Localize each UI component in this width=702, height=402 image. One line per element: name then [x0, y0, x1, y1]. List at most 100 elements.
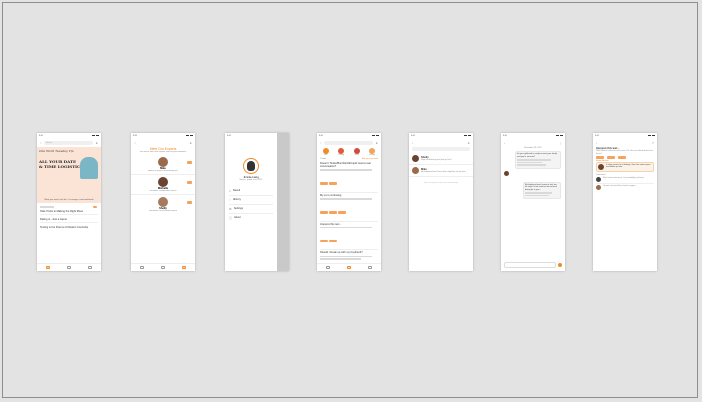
- tab-bar: [317, 263, 381, 271]
- send-icon[interactable]: ➤: [467, 141, 470, 145]
- search-bar[interactable]: [323, 140, 374, 145]
- category-row: Hot Dating Flirty Dating: [317, 147, 381, 157]
- bookmark-icon: □: [229, 189, 231, 193]
- send-icon[interactable]: ➤: [95, 141, 98, 145]
- category-hot[interactable]: Hot: [322, 148, 329, 156]
- forum-post[interactable]: Should I break up with my boyfriend?: [320, 250, 378, 262]
- avatar: [596, 184, 601, 190]
- send-button[interactable]: [558, 263, 562, 267]
- back-icon[interactable]: ‹: [412, 141, 413, 145]
- expert-desc: Flirtatious, independent advice: [149, 190, 177, 192]
- thread-preview: Stop overthinking and just go for it!: [421, 159, 452, 162]
- chat-badge-icon[interactable]: [187, 181, 192, 184]
- avatar: [158, 177, 168, 187]
- penguin-icon: [247, 161, 255, 171]
- gear-icon: ⚙: [229, 207, 232, 211]
- tag[interactable]: Help: [618, 156, 626, 159]
- tab-profile[interactable]: [88, 266, 93, 269]
- message-text: My boyfriend won't move in with me, he s…: [525, 183, 558, 191]
- feed-item[interactable]: Texting is the Poems of Modern Courtship: [40, 223, 98, 230]
- share-icon[interactable]: ↗: [651, 141, 654, 145]
- avatar: [412, 167, 419, 174]
- inbox-thread[interactable]: Mike My boyfriend and I have been togeth…: [409, 165, 473, 177]
- profile-avatar[interactable]: [243, 158, 259, 174]
- tab-profile[interactable]: [368, 266, 373, 269]
- comment: I'd wait a bit and then check in again.: [596, 184, 654, 191]
- chat-bubble-outgoing: My boyfriend won't move in with me, he s…: [523, 181, 561, 200]
- avatar: [598, 163, 604, 170]
- forum-post[interactable]: Interpret this text...: [320, 222, 378, 251]
- mockup-board: 9:41 ○ Search ➤ One Word Tuesday Tip ALL…: [2, 2, 698, 398]
- tab-chat[interactable]: [66, 266, 71, 269]
- tab-chat[interactable]: [160, 266, 165, 269]
- screen-feed: 9:41 ○ Search ➤ One Word Tuesday Tip ALL…: [37, 133, 101, 271]
- category-dating[interactable]: Dating: [338, 148, 345, 156]
- message-text: So your girlfriend is ready to meet your…: [517, 153, 558, 158]
- menu-item-history[interactable]: ○ History: [229, 196, 273, 205]
- tab-bar: [131, 263, 195, 271]
- send-icon[interactable]: ➤: [375, 141, 378, 145]
- back-icon[interactable]: ‹: [504, 141, 505, 145]
- inbox-search[interactable]: [412, 147, 470, 151]
- expert-card[interactable]: Michelle Flirtatious, independent advice: [131, 175, 195, 195]
- tab-chat[interactable]: [346, 266, 351, 269]
- tab-bar: [37, 263, 101, 271]
- trends-label: Trends: [320, 158, 327, 160]
- inbox-thread[interactable]: Shelly Stop overthinking and just go for…: [409, 153, 473, 165]
- search-input[interactable]: Search: [43, 140, 94, 145]
- bell-icon[interactable]: ○: [40, 141, 42, 145]
- tab-home[interactable]: [325, 266, 330, 269]
- profile-subtitle: Novice, joined since 2021: [239, 179, 263, 181]
- thread-preview: My boyfriend and I have been together fo…: [421, 171, 467, 174]
- avatar: [596, 176, 601, 182]
- tag[interactable]: Texting: [607, 156, 615, 159]
- bell-icon[interactable]: ○: [320, 141, 322, 145]
- hero-illustration: [80, 157, 98, 179]
- question-body: What does it mean when he texts 'Ok' aft…: [596, 150, 654, 155]
- ask-question-link[interactable]: Ask your question: [362, 158, 378, 160]
- answer-text: It often means he's thinking. Give him s…: [606, 163, 651, 169]
- clock-icon: ○: [229, 198, 231, 202]
- message-input[interactable]: [504, 262, 556, 268]
- post-title: My ex is confusing: [320, 193, 342, 197]
- screen-forum: 9:41 ○ ➤ Hot Dating Flirty Dating Trends…: [317, 133, 381, 271]
- category-flirty[interactable]: Flirty: [353, 148, 360, 156]
- menu-item-settings[interactable]: ⚙ Settings: [229, 205, 273, 214]
- menu-icon[interactable]: ⋮: [559, 141, 562, 145]
- screen-menu: 9:41 Jimmie Liang Novice, joined since 2…: [225, 133, 289, 271]
- expert-card[interactable]: Mike Advice & general relationship tips: [131, 155, 195, 175]
- comment-text: I'd wait a bit and then check in again.: [603, 184, 636, 187]
- forum-post[interactable]: Doesn't Tinder/Bumble/OkCupid need a rea…: [320, 161, 378, 193]
- menu-item-label: Saved: [232, 189, 241, 193]
- back-icon[interactable]: ‹: [596, 141, 597, 145]
- bell-icon[interactable]: ○: [134, 141, 136, 145]
- menu-item-saved[interactable]: □ Saved: [229, 187, 273, 196]
- expert-desc: Flirtatious, fun and warm advice: [148, 210, 178, 212]
- tab-home[interactable]: [45, 266, 50, 269]
- send-icon[interactable]: ➤: [189, 141, 192, 145]
- chat-bubble-incoming: So your girlfriend is ready to meet your…: [515, 151, 561, 169]
- category-label: Flirty: [354, 154, 359, 156]
- hero-tag: One Word Tuesday Tip: [39, 149, 74, 153]
- chat-date: November 28, 2021: [524, 147, 542, 149]
- expert-desc: Advice & general relationship tips: [148, 170, 178, 172]
- tab-home[interactable]: [139, 266, 144, 269]
- screen-chat: 9:41 ‹ ⋮ November 28, 2021 So your girlf…: [501, 133, 565, 271]
- category-label: Dating: [338, 154, 345, 156]
- expert-answer: It often means he's thinking. Give him s…: [596, 161, 654, 172]
- forum-post[interactable]: My ex is confusing: [320, 193, 378, 222]
- category-label: Hot: [324, 154, 328, 156]
- tab-profile[interactable]: [182, 266, 187, 269]
- avatar: [158, 157, 168, 167]
- tag[interactable]: Dating: [596, 156, 604, 159]
- chat-badge-icon[interactable]: [187, 161, 192, 164]
- feed-item[interactable]: Dating is...Just a Game: [40, 215, 98, 223]
- category-dating-2[interactable]: Dating: [369, 148, 376, 156]
- hero-card[interactable]: One Word Tuesday Tip ALL YOUR DATE & TIM…: [37, 147, 101, 203]
- chat-badge-icon[interactable]: [187, 201, 192, 204]
- menu-item-about[interactable]: ⓘ About: [229, 214, 273, 222]
- post-title: Should I break up with my boyfriend?: [320, 251, 363, 255]
- expert-card[interactable]: Shelly Flirtatious, fun and warm advice: [131, 195, 195, 214]
- chat-composer: [504, 262, 562, 268]
- comment-text: Don't stress too much, he's probably jus…: [603, 176, 645, 179]
